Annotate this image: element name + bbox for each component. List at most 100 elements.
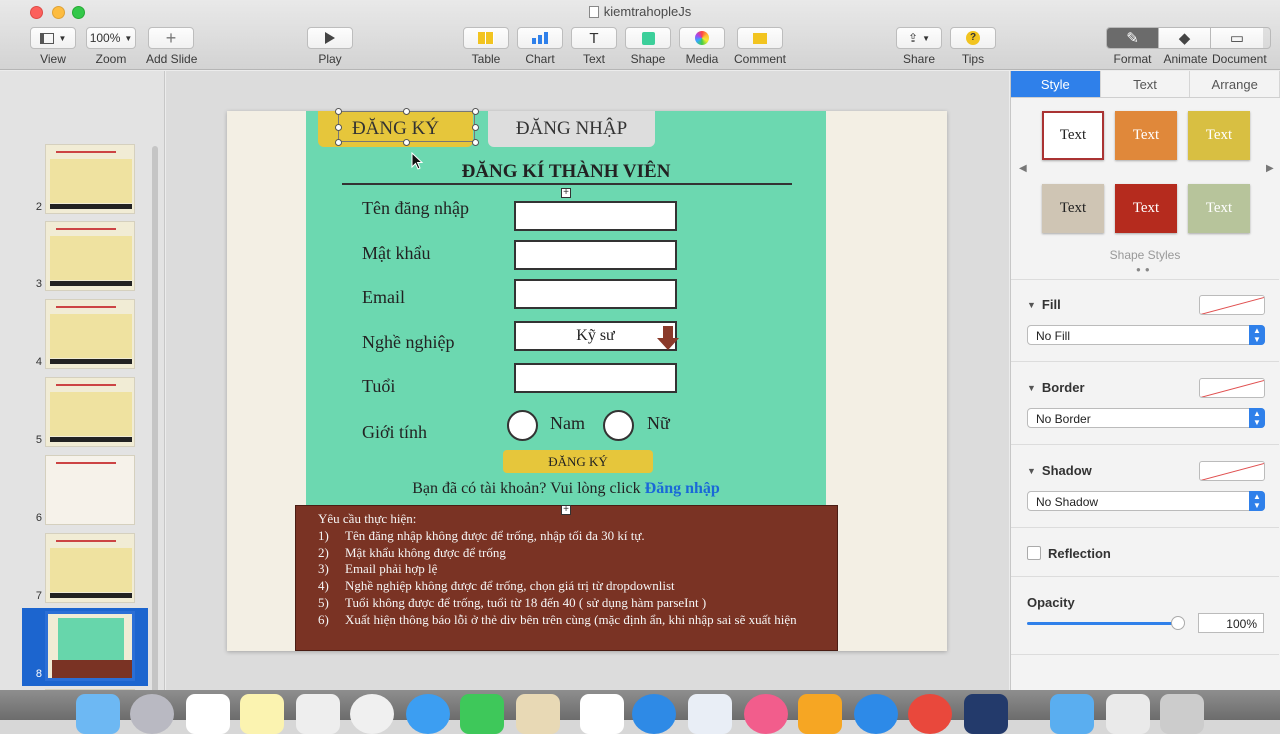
shape-style-sage[interactable]: Text [1188,184,1250,233]
occupation-select[interactable]: Kỹ sư [514,321,679,351]
tab-style[interactable]: Style [1011,71,1101,97]
table-tool[interactable]: Table [463,27,509,66]
shadow-section[interactable]: ▼ Shadow [1027,463,1092,478]
view-button[interactable]: ▼ [30,27,76,49]
zoom-tool[interactable]: 100% ▼ Zoom [86,27,136,66]
fill-color-well[interactable] [1199,295,1265,315]
next-page-arrow-icon[interactable]: ▶ [1266,163,1274,174]
share-button[interactable]: ⇪ ▼ [896,27,942,49]
reminders-icon[interactable] [296,694,340,734]
ibooks-icon[interactable] [798,694,842,734]
resize-handle[interactable] [335,139,342,146]
register-submit-button[interactable]: ĐĂNG KÝ [503,450,653,473]
add-slide-tool[interactable]: + Add Slide [146,27,197,66]
age-input[interactable] [514,363,677,393]
comment-tool[interactable]: Comment [734,27,786,66]
resize-handle[interactable] [335,108,342,115]
tab-arrange[interactable]: Arrange [1190,71,1280,97]
table-button[interactable] [463,27,509,49]
document-button[interactable]: ▭ [1211,28,1263,48]
resize-handle[interactable] [403,139,410,146]
numbers-icon[interactable] [580,694,624,734]
shadow-color-well[interactable] [1199,461,1265,481]
resize-handle[interactable] [472,124,479,131]
slide-thumbnail[interactable] [45,533,135,603]
play-button[interactable] [307,27,353,49]
app-store-icon[interactable] [854,694,898,734]
reflection-checkbox[interactable] [1027,546,1041,560]
opacity-slider-track[interactable] [1027,622,1177,625]
photos-icon[interactable] [350,694,394,734]
comment-button[interactable] [737,27,783,49]
shape-style-orange[interactable]: Text [1115,111,1177,160]
finder-icon[interactable] [76,694,120,734]
slide-thumbnail[interactable] [45,455,135,525]
fill-section[interactable]: ▼ Fill [1027,297,1061,312]
animate-button[interactable]: ◆ [1159,28,1211,48]
text-tool[interactable]: T Text [571,27,617,66]
fill-popup[interactable]: No Fill ▲ ▼ [1027,325,1265,345]
login-tab[interactable]: ĐĂNG NHẬP [488,111,655,147]
notes-icon[interactable] [240,694,284,734]
slide-thumbnail[interactable] [45,144,135,214]
view-tool[interactable]: ▼ View [30,27,76,66]
chrome-icon[interactable] [908,694,952,734]
gender-male-radio[interactable] [507,410,538,441]
media-button[interactable] [679,27,725,49]
page-dots[interactable]: ●● [1136,265,1154,274]
shape-style-white[interactable]: Text [1042,111,1104,160]
messages-icon[interactable] [406,694,450,734]
zoom-select[interactable]: 100% ▼ [86,27,136,49]
play-tool[interactable]: Play [307,27,353,66]
tab-text[interactable]: Text [1101,71,1191,97]
opacity-slider-knob[interactable] [1171,616,1185,630]
tips-button[interactable]: ? [950,27,996,49]
gender-female-radio[interactable] [603,410,634,441]
safari-icon[interactable] [632,694,676,734]
resize-handle[interactable] [472,139,479,146]
opacity-value-field[interactable]: 100% [1198,613,1264,633]
slide-thumbnail[interactable] [45,611,135,681]
add-slide-button[interactable]: + [148,27,194,49]
shape-style-beige[interactable]: Text [1042,184,1104,233]
app-icon[interactable] [964,694,1008,734]
slide-thumbnail[interactable] [45,377,135,447]
chart-tool[interactable]: Chart [517,27,563,66]
text-button[interactable]: T [571,27,617,49]
shape-button[interactable] [625,27,671,49]
documents-stack-icon[interactable] [1106,694,1150,734]
slide-thumbnail[interactable] [45,299,135,369]
resize-handle[interactable] [403,108,410,115]
itunes-icon[interactable] [744,694,788,734]
add-object-handle[interactable]: + [561,505,571,515]
downloads-folder-icon[interactable] [1050,694,1094,734]
format-button[interactable]: ✎ [1107,28,1159,48]
shape-style-yellow[interactable]: Text [1188,111,1250,160]
keynote-dock-icon[interactable] [516,694,560,734]
resize-handle[interactable] [472,108,479,115]
email-input[interactable] [514,279,677,309]
navigator-scrollbar[interactable] [152,146,158,690]
border-popup[interactable]: No Border ▲ ▼ [1027,408,1265,428]
shape-style-red[interactable]: Text [1115,184,1177,233]
slide-thumbnail[interactable] [45,221,135,291]
share-tool[interactable]: ⇪ ▼ Share [896,27,942,66]
login-link[interactable]: Đăng nhập [645,480,720,497]
trash-icon[interactable] [1160,694,1204,734]
border-color-well[interactable] [1199,378,1265,398]
border-section[interactable]: ▼ Border [1027,380,1085,395]
shape-tool[interactable]: Shape [625,27,671,66]
calendar-icon[interactable] [186,694,230,734]
username-input[interactable] [514,201,677,231]
preview-icon[interactable] [688,694,732,734]
shadow-popup[interactable]: No Shadow ▲ ▼ [1027,491,1265,511]
facetime-icon[interactable] [460,694,504,734]
add-object-handle[interactable]: + [561,188,571,198]
media-tool[interactable]: Media [679,27,725,66]
slide[interactable]: ĐĂNG KÝ ĐĂNG NHẬP ĐĂNG KÍ THÀNH VIÊN + T… [227,108,947,651]
password-input[interactable] [514,240,677,270]
resize-handle[interactable] [335,124,342,131]
chart-button[interactable] [517,27,563,49]
launchpad-icon[interactable] [130,694,174,734]
previous-page-arrow-icon[interactable]: ◀ [1019,163,1027,174]
